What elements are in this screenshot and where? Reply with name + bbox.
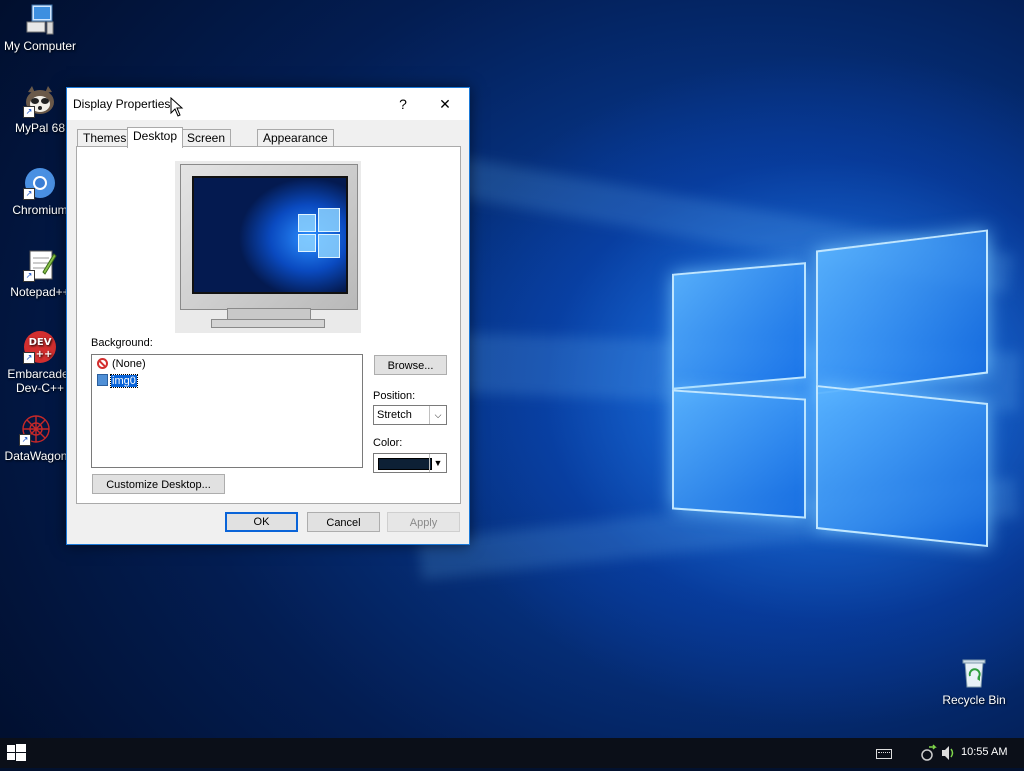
desktop-icon-my-computer[interactable]: My Computer <box>0 2 80 53</box>
dev-cpp-icon: DEV ++ ↗ <box>23 330 57 364</box>
monitor-stand-base <box>211 319 325 328</box>
shortcut-arrow-icon: ↗ <box>23 352 35 364</box>
no-entry-icon <box>97 358 108 369</box>
preview-pane <box>318 208 340 232</box>
shortcut-arrow-icon: ↗ <box>23 270 35 282</box>
browse-button[interactable]: Browse... <box>374 355 447 375</box>
logo-pane-top-right <box>816 229 988 395</box>
desktop-icon-label: Recycle Bin <box>942 693 1006 707</box>
customize-desktop-button[interactable]: Customize Desktop... <box>92 474 225 494</box>
image-file-icon <box>97 374 108 386</box>
svg-text:DEV: DEV <box>29 337 52 348</box>
position-select-value: Stretch <box>377 409 412 421</box>
list-item[interactable]: (None) <box>97 357 148 372</box>
list-item[interactable]: img0 <box>97 374 139 389</box>
desktop-icon-label: My Computer <box>3 39 77 53</box>
start-button[interactable] <box>0 738 32 768</box>
keyboard-icon[interactable] <box>876 749 892 759</box>
computer-icon <box>23 2 57 36</box>
logo-pane-top-left <box>672 262 806 390</box>
volume-icon[interactable] <box>941 745 955 764</box>
position-label: Position: <box>373 390 416 402</box>
desktop-icon-label: DataWagon <box>4 449 68 463</box>
notepad-plus-plus-icon: ↗ <box>23 248 57 282</box>
help-button[interactable]: ? <box>381 88 425 120</box>
desktop-tab-panel: Background: (None) img0 Browse... Positi… <box>76 146 461 504</box>
close-icon: ✕ <box>439 96 451 112</box>
shortcut-arrow-icon: ↗ <box>23 106 35 118</box>
windows-logo-icon <box>7 744 26 761</box>
position-select[interactable]: Stretch ⌵ <box>373 405 447 425</box>
recycle-bin-icon <box>957 656 991 690</box>
chevron-down-icon: ⌵ <box>429 406 446 424</box>
preview-pane <box>298 214 316 232</box>
taskbar: 10:55 AM <box>0 738 1024 768</box>
preview-pane <box>298 234 316 252</box>
mouse-pointer-icon <box>170 96 184 120</box>
preview-pane <box>318 234 340 258</box>
dialog-titlebar[interactable]: Display Properties ? ✕ <box>67 88 469 120</box>
color-swatch <box>378 458 432 470</box>
monitor-bezel <box>180 164 358 310</box>
chromium-icon: ↗ <box>23 166 57 200</box>
datawagon-icon: ↗ <box>19 412 53 446</box>
monitor-preview <box>175 161 361 333</box>
raccoon-icon: ↗ <box>23 84 57 118</box>
ok-button[interactable]: OK <box>225 512 298 532</box>
svg-text:++: ++ <box>36 349 53 360</box>
network-icon[interactable] <box>920 744 938 765</box>
taskbar-clock[interactable]: 10:55 AM <box>961 746 1007 758</box>
tab-desktop[interactable]: Desktop <box>127 127 184 148</box>
close-button[interactable]: ✕ <box>423 88 467 120</box>
tab-appearance[interactable]: Appearance <box>257 129 334 147</box>
tab-screen-saver[interactable]: Screen Saver <box>181 129 232 162</box>
apply-button[interactable]: Apply <box>387 512 460 532</box>
desktop-icon-recycle-bin[interactable]: Recycle Bin <box>934 656 1014 707</box>
logo-pane-bottom-left <box>672 389 806 519</box>
monitor-screen-preview <box>192 176 348 294</box>
background-listbox[interactable]: (None) img0 <box>91 354 363 468</box>
color-picker[interactable]: ▼ <box>373 453 447 473</box>
shortcut-arrow-icon: ↗ <box>19 434 31 446</box>
background-label: Background: <box>91 337 153 349</box>
logo-pane-bottom-right <box>816 384 988 548</box>
dropdown-arrow-icon: ▼ <box>429 454 446 472</box>
dialog-title: Display Properties <box>73 97 171 111</box>
display-properties-dialog: Display Properties ? ✕ Themes Desktop Sc… <box>66 87 470 545</box>
desktop-icon-datawagon[interactable]: ↗ DataWagon <box>0 412 76 463</box>
tab-themes[interactable]: Themes <box>77 129 133 147</box>
list-item-label: (None) <box>112 358 146 370</box>
cancel-button[interactable]: Cancel <box>307 512 380 532</box>
shortcut-arrow-icon: ↗ <box>23 188 35 200</box>
list-item-label: img0 <box>110 374 138 388</box>
color-label: Color: <box>373 437 403 449</box>
help-icon: ? <box>399 96 407 112</box>
